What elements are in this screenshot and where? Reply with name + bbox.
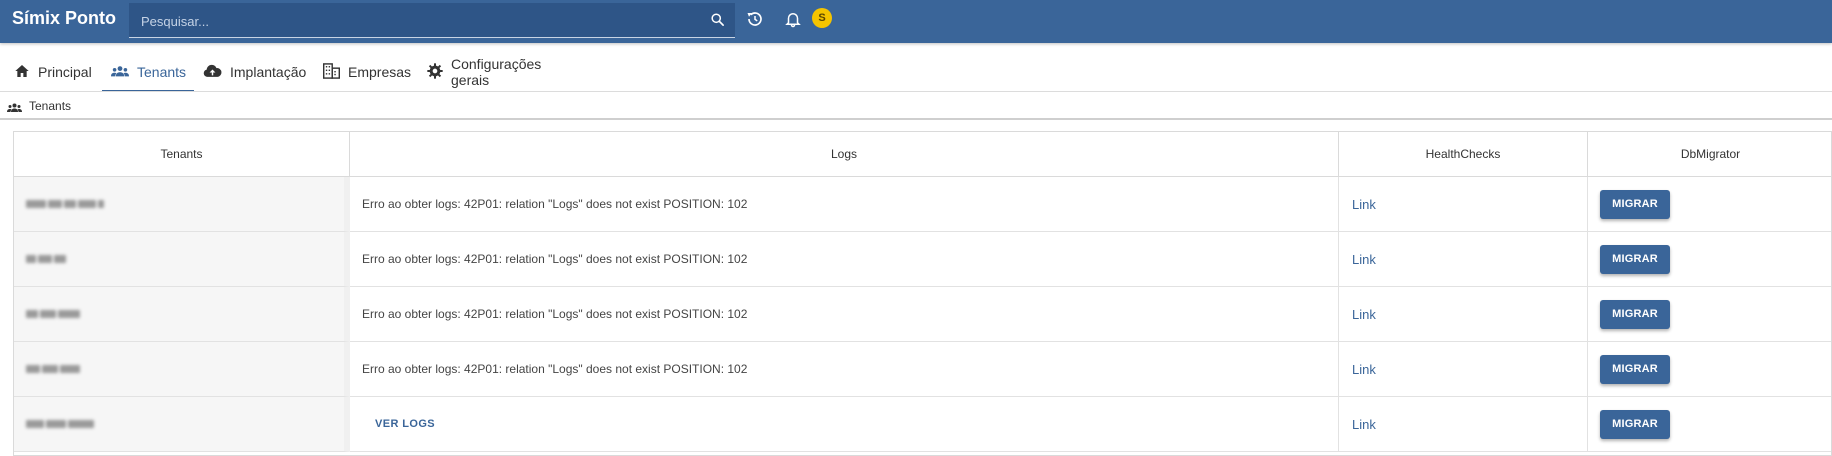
search-box[interactable] xyxy=(129,3,735,38)
tab-label: Principal xyxy=(38,64,92,80)
column-header-logs[interactable]: Logs xyxy=(350,132,1339,177)
log-cell: Erro ao obter logs: 42P01: relation "Log… xyxy=(350,177,1339,232)
table-row: Erro ao obter logs: 42P01: relation "Log… xyxy=(14,232,1831,287)
building-icon xyxy=(323,62,348,82)
tenant-name-cell xyxy=(14,177,350,232)
tenant-name-cell xyxy=(14,287,350,342)
tenant-name-cell xyxy=(14,342,350,397)
tab-principal[interactable]: Principal xyxy=(14,54,92,90)
table-row: VER LOGS Link MIGRAR xyxy=(14,397,1831,452)
column-header-dbmigrator[interactable]: DbMigrator xyxy=(1588,132,1831,177)
redacted-tenant-name xyxy=(26,310,80,318)
table-row: Erro ao obter logs: 42P01: relation "Log… xyxy=(14,287,1831,342)
gear-icon xyxy=(427,62,451,82)
history-icon[interactable] xyxy=(746,10,764,33)
log-message: Erro ao obter logs: 42P01: relation "Log… xyxy=(362,307,748,321)
healthcheck-link[interactable]: Link xyxy=(1339,197,1376,212)
column-header-tenants[interactable]: Tenants xyxy=(14,132,350,177)
dbmigrator-cell: MIGRAR xyxy=(1588,232,1831,287)
table-row: Erro ao obter logs: 42P01: relation "Log… xyxy=(14,342,1831,397)
log-cell: Erro ao obter logs: 42P01: relation "Log… xyxy=(350,342,1339,397)
dbmigrator-cell: MIGRAR xyxy=(1588,287,1831,342)
healthcheck-cell: Link xyxy=(1339,177,1588,232)
tab-configuracoes-gerais[interactable]: Configurações gerais xyxy=(427,54,541,90)
log-cell: Erro ao obter logs: 42P01: relation "Log… xyxy=(350,232,1339,287)
tab-tenants[interactable]: Tenants xyxy=(102,54,195,92)
search-input[interactable] xyxy=(139,9,683,33)
log-cell: VER LOGS xyxy=(350,397,1339,452)
tab-empresas[interactable]: Empresas xyxy=(323,54,411,90)
dbmigrator-cell: MIGRAR xyxy=(1588,397,1831,452)
migrate-button[interactable]: MIGRAR xyxy=(1600,354,1670,384)
healthcheck-cell: Link xyxy=(1339,342,1588,397)
migrate-button[interactable]: MIGRAR xyxy=(1600,299,1670,329)
bell-icon[interactable] xyxy=(784,10,802,33)
dbmigrator-cell: MIGRAR xyxy=(1588,177,1831,232)
healthcheck-link[interactable]: Link xyxy=(1339,362,1376,377)
tab-label: Empresas xyxy=(348,64,412,80)
people-icon xyxy=(111,63,137,82)
tab-label: Tenants xyxy=(137,64,187,80)
breadcrumb-label: Tenants xyxy=(29,99,72,113)
table-row: Erro ao obter logs: 42P01: relation "Log… xyxy=(14,177,1831,232)
cloud-upload-icon xyxy=(203,63,230,82)
search-icon[interactable] xyxy=(710,12,725,32)
healthcheck-cell: Link xyxy=(1339,232,1588,287)
home-icon xyxy=(14,63,38,82)
tenants-table: Tenants Logs HealthChecks DbMigrator Err… xyxy=(13,131,1832,456)
migrate-button[interactable]: MIGRAR xyxy=(1600,244,1670,274)
tab-label: Configurações gerais xyxy=(451,56,542,88)
user-avatar[interactable]: S xyxy=(812,8,832,28)
healthcheck-link[interactable]: Link xyxy=(1339,252,1376,267)
redacted-tenant-name xyxy=(26,255,66,263)
app-title[interactable]: Símix Ponto xyxy=(12,8,116,29)
redacted-tenant-name xyxy=(26,420,94,428)
top-app-bar: Símix Ponto S xyxy=(0,0,1832,43)
log-message: Erro ao obter logs: 42P01: relation "Log… xyxy=(362,362,748,376)
healthcheck-link[interactable]: Link xyxy=(1339,417,1376,432)
log-cell: Erro ao obter logs: 42P01: relation "Log… xyxy=(350,287,1339,342)
column-header-healthchecks[interactable]: HealthChecks xyxy=(1339,132,1588,177)
tab-label: Implantação xyxy=(230,64,307,80)
healthcheck-cell: Link xyxy=(1339,287,1588,342)
healthcheck-cell: Link xyxy=(1339,397,1588,452)
tenant-name-cell xyxy=(14,397,350,452)
tenant-name-cell xyxy=(14,232,350,287)
redacted-tenant-name xyxy=(26,365,80,373)
tab-implantacao[interactable]: Implantação xyxy=(203,54,306,90)
healthcheck-link[interactable]: Link xyxy=(1339,307,1376,322)
breadcrumb: Tenants xyxy=(0,91,1832,120)
view-logs-button[interactable]: VER LOGS xyxy=(369,417,441,431)
log-message: Erro ao obter logs: 42P01: relation "Log… xyxy=(362,197,748,211)
people-icon xyxy=(7,100,22,118)
migrate-button[interactable]: MIGRAR xyxy=(1600,189,1670,219)
dbmigrator-cell: MIGRAR xyxy=(1588,342,1831,397)
redacted-tenant-name xyxy=(26,200,104,208)
log-message: Erro ao obter logs: 42P01: relation "Log… xyxy=(362,252,748,266)
migrate-button[interactable]: MIGRAR xyxy=(1600,409,1670,439)
